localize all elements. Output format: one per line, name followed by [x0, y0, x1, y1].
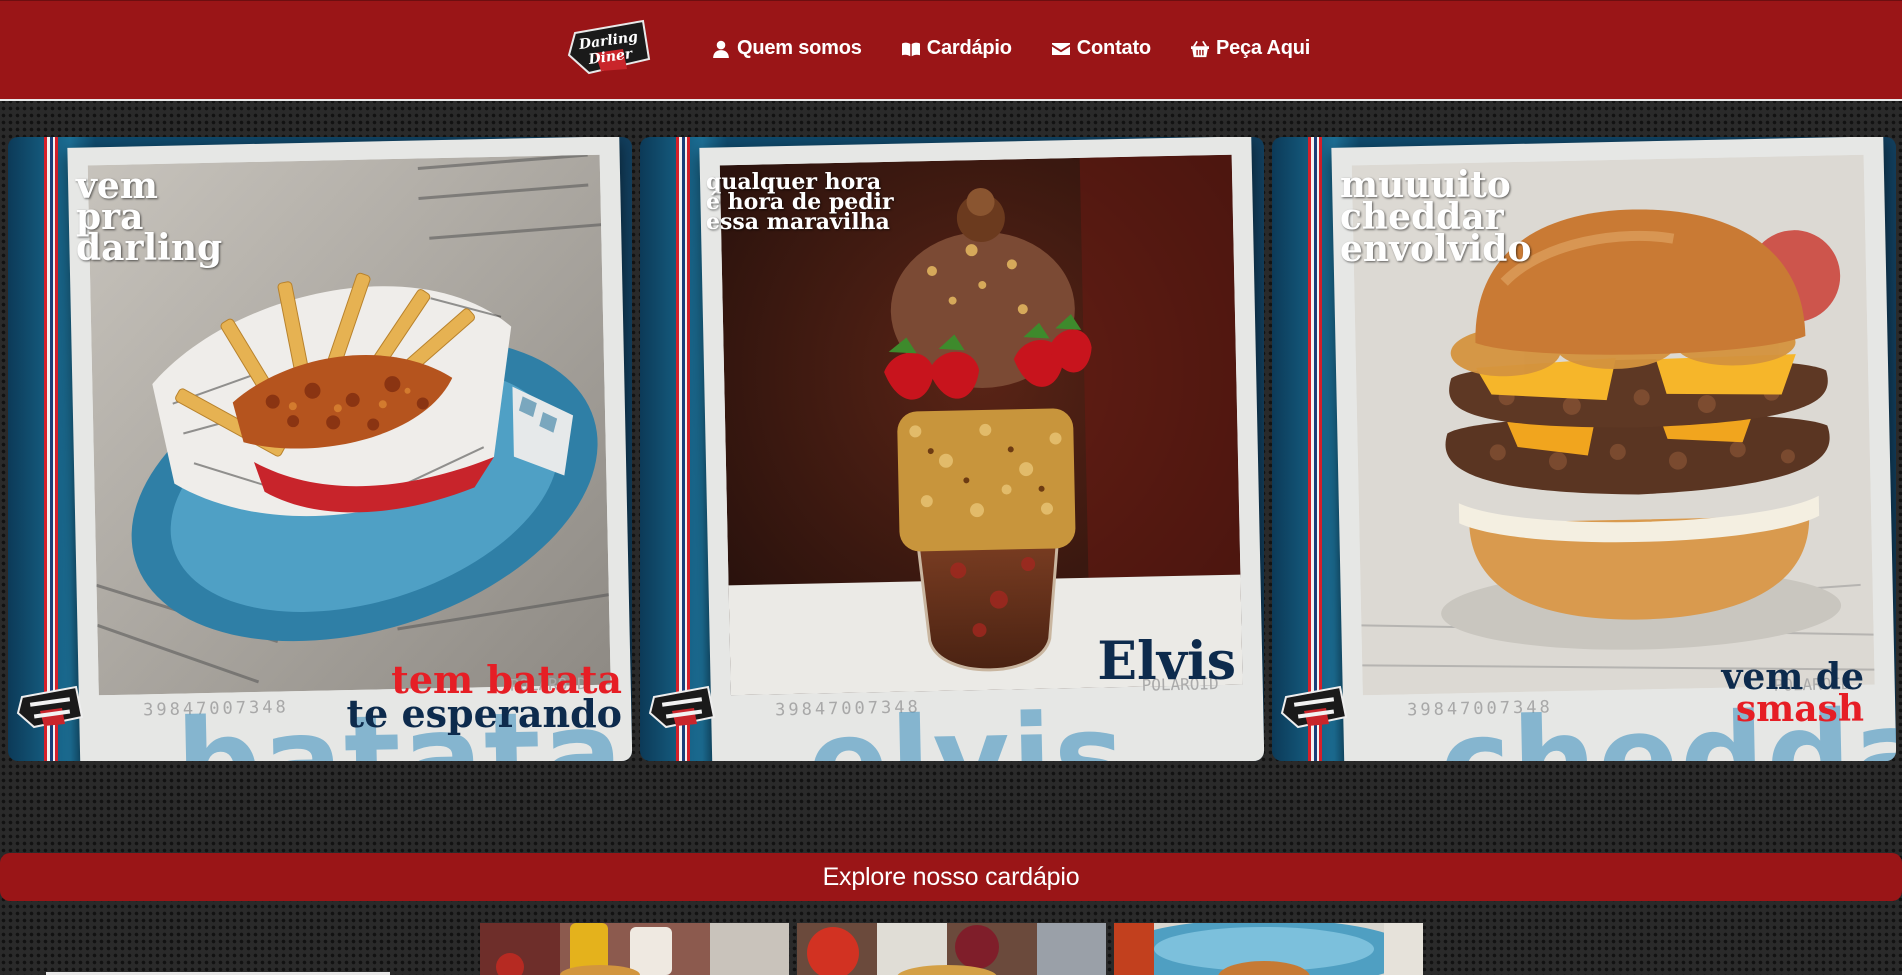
nav-peca-aqui[interactable]: Peça Aqui: [1190, 37, 1311, 60]
main-nav: Quem somos Cardápio Contato Peça Aqui: [712, 37, 1310, 60]
nav-quem-somos-label: Quem somos: [737, 37, 862, 59]
menu-thumbnail[interactable]: [1114, 923, 1423, 975]
nav-quem-somos[interactable]: Quem somos: [712, 37, 862, 60]
nav-peca-aqui-label: Peça Aqui: [1215, 37, 1311, 59]
tagline-line: te esperando: [346, 691, 622, 736]
menu-thumbnail-photo: [797, 923, 1106, 975]
explore-menu-button[interactable]: Explore nosso cardápio: [0, 853, 1902, 901]
envelope-icon: [1051, 42, 1070, 55]
promo-card-elvis[interactable]: 39847007348 POLAROID elvis qualquer hora…: [640, 137, 1264, 761]
promo-card-cheddar[interactable]: 39847007348 POLAROID cheddar muuuito che…: [1272, 137, 1896, 761]
explore-menu-label: Explore nosso cardápio: [822, 862, 1080, 891]
card-logo-icon: [16, 685, 84, 729]
user-icon: [713, 40, 729, 58]
nav-contato[interactable]: Contato: [1051, 37, 1151, 60]
nav-cardapio[interactable]: Cardápio: [901, 37, 1012, 60]
card-tagline: vem de smash: [1721, 659, 1864, 730]
menu-thumbnail-photo: [1114, 923, 1423, 975]
nav-cardapio-label: Cardápio: [926, 37, 1012, 59]
card-headline: muuuito cheddar envolvido: [1340, 167, 1532, 270]
card-logo-icon: [1280, 685, 1348, 729]
card-stripes: [44, 137, 60, 761]
top-navbar: Darling Diner Quem somos Cardápio Contat…: [0, 0, 1902, 101]
card-stripes: [676, 137, 692, 761]
tagline-line: Elvis: [1097, 631, 1236, 692]
menu-thumbnail[interactable]: [480, 923, 789, 975]
headline-line: darling: [76, 227, 223, 269]
card-tagline: Elvis: [1097, 635, 1236, 689]
card-tagline: tem batata te esperando: [346, 661, 622, 736]
darling-diner-logo[interactable]: Darling Diner: [565, 19, 655, 75]
basket-icon: [1190, 40, 1209, 57]
promo-card-batata[interactable]: 39847007348 POLAROID batata vem pra darl…: [8, 137, 632, 761]
book-open-icon: [901, 42, 920, 56]
menu-thumbnail[interactable]: [797, 923, 1106, 975]
ghost-word: elvis: [806, 687, 1128, 761]
card-logo-icon: [648, 685, 716, 729]
headline-line: essa maravilha: [706, 209, 890, 235]
tagline-line: smash: [1735, 688, 1864, 730]
menu-thumbnail-photo: [480, 923, 789, 975]
card-headline: vem pra darling: [76, 168, 223, 269]
card-headline: qualquer hora é hora de pedir essa marav…: [706, 171, 894, 235]
headline-line: envolvido: [1340, 228, 1532, 270]
card-stripes: [1308, 137, 1324, 761]
nav-contato-label: Contato: [1076, 37, 1151, 59]
milkshake-photo: [719, 154, 1243, 696]
